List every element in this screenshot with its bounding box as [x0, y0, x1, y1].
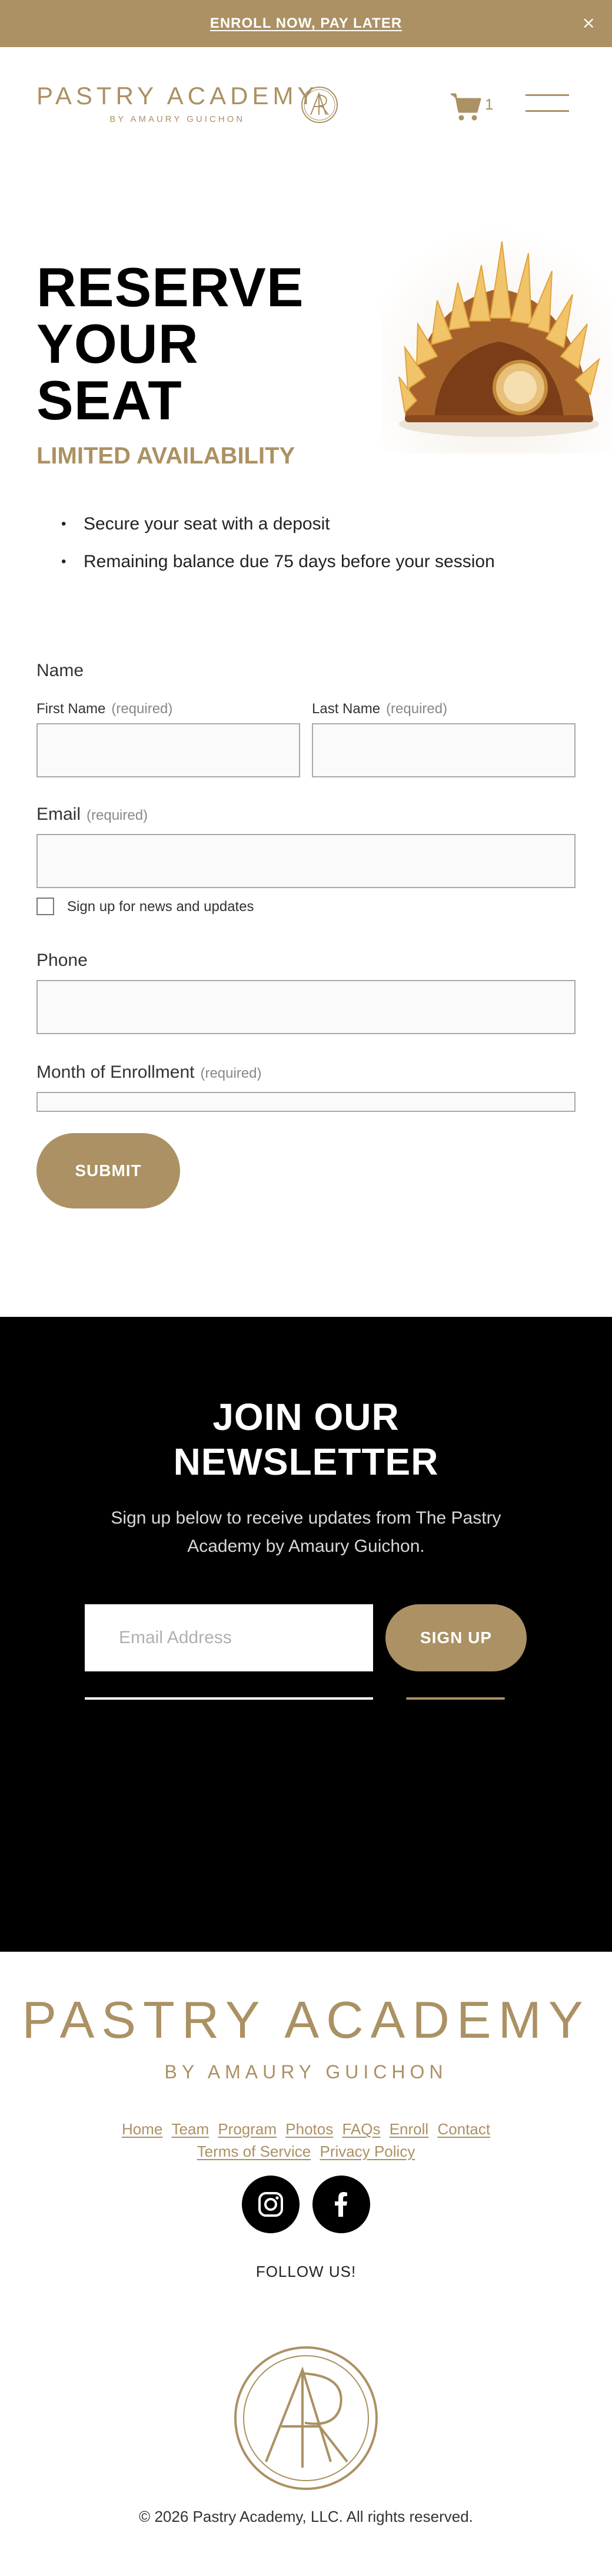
- phone-field[interactable]: [36, 980, 576, 1034]
- logo-subtitle: BY AMAURY GUICHON: [109, 114, 245, 124]
- required-note: (required): [386, 701, 448, 717]
- menu-icon[interactable]: [525, 94, 569, 118]
- instagram-icon: [258, 2192, 283, 2217]
- last-name-field[interactable]: [312, 723, 576, 777]
- footer-link-faqs[interactable]: FAQs: [342, 2120, 380, 2138]
- page-title: RESERVE YOUR SEAT: [36, 259, 304, 429]
- email-text: Email: [36, 804, 81, 824]
- footer-link-privacy[interactable]: Privacy Policy: [320, 2143, 415, 2160]
- footer-link-enroll[interactable]: Enroll: [390, 2120, 428, 2138]
- menu-line: [525, 94, 569, 96]
- announcement-bar: ENROLL NOW, PAY LATER ×: [0, 0, 612, 47]
- newsletter-title: JOIN OUR NEWSLETTER: [0, 1395, 612, 1484]
- menu-line: [525, 110, 569, 112]
- title-line: SEAT: [36, 369, 182, 431]
- button-underline: [406, 1697, 505, 1700]
- list-item: Remaining balance due 75 days before you…: [61, 543, 495, 581]
- required-note: (required): [111, 701, 173, 717]
- month-label: Month of Enrollment (required): [36, 1062, 262, 1082]
- footer-logo-subtitle: BY AMAURY GUICHON: [164, 2061, 448, 2082]
- newsletter-title-line: NEWSLETTER: [173, 1441, 439, 1483]
- email-label: Email (required): [36, 804, 148, 825]
- facebook-button[interactable]: [312, 2176, 370, 2233]
- first-name-label: First Name (required): [36, 701, 172, 717]
- input-underline: [85, 1697, 373, 1700]
- first-name-text: First Name: [36, 701, 106, 717]
- close-icon[interactable]: ×: [582, 13, 596, 32]
- pastry-image: [381, 200, 612, 453]
- copyright-text: © 2026 Pastry Academy, LLC. All rights r…: [139, 2508, 473, 2525]
- cart-icon[interactable]: [448, 88, 484, 124]
- footer-nav: Home Team Program Photos FAQs Enroll Con…: [0, 2118, 612, 2163]
- follow-us-text: FOLLOW US!: [255, 2263, 357, 2280]
- footer-link-terms[interactable]: Terms of Service: [197, 2143, 311, 2160]
- newsletter-title-line: JOIN OUR: [212, 1396, 400, 1438]
- newsletter-section: JOIN OUR NEWSLETTER Sign up below to rec…: [0, 1317, 612, 1952]
- site-header: PASTRY ACADEMY BY AMAURY GUICHON 1: [0, 47, 612, 165]
- newsletter-checkbox-label: Sign up for news and updates: [67, 899, 254, 915]
- facebook-icon: [335, 2192, 347, 2217]
- footer-monogram-icon: [234, 2346, 378, 2490]
- enroll-now-link[interactable]: ENROLL NOW, PAY LATER: [210, 15, 402, 32]
- newsletter-checkbox[interactable]: [36, 898, 54, 915]
- month-select[interactable]: [36, 1092, 576, 1112]
- required-note: (required): [87, 807, 148, 823]
- submit-button[interactable]: SUBMIT: [36, 1133, 180, 1208]
- footer-link-contact[interactable]: Contact: [437, 2120, 490, 2138]
- bullet-list: Secure your seat with a deposit Remainin…: [61, 505, 495, 581]
- email-field[interactable]: [36, 834, 576, 888]
- list-item: Secure your seat with a deposit: [61, 505, 495, 543]
- footer-logo-title: PASTRY ACADEMY: [22, 1991, 590, 2049]
- cart-count[interactable]: 1: [485, 95, 493, 114]
- instagram-button[interactable]: [242, 2176, 300, 2233]
- phone-label: Phone: [36, 951, 88, 970]
- footer-logo[interactable]: PASTRY ACADEMY BY AMAURY GUICHON: [0, 1994, 612, 2083]
- first-name-field[interactable]: [36, 723, 300, 777]
- month-text: Month of Enrollment: [36, 1062, 195, 1082]
- newsletter-description: Sign up below to receive updates from Th…: [111, 1508, 501, 1556]
- footer-link-team[interactable]: Team: [172, 2120, 209, 2138]
- last-name-label: Last Name (required): [312, 701, 447, 717]
- sign-up-button[interactable]: SIGN UP: [385, 1604, 527, 1671]
- required-note: (required): [200, 1065, 262, 1081]
- footer-link-program[interactable]: Program: [218, 2120, 277, 2138]
- title-line: YOUR: [36, 313, 199, 375]
- page-subtitle: LIMITED AVAILABILITY: [36, 443, 295, 469]
- logo-monogram-icon: [301, 87, 338, 123]
- newsletter-email-input[interactable]: Email Address: [85, 1604, 373, 1671]
- site-logo[interactable]: PASTRY ACADEMY BY AMAURY GUICHON: [36, 82, 318, 125]
- footer-link-home[interactable]: Home: [122, 2120, 162, 2138]
- logo-title: PASTRY ACADEMY: [36, 82, 318, 110]
- title-line: RESERVE: [36, 256, 304, 318]
- last-name-text: Last Name: [312, 701, 381, 717]
- footer-link-photos[interactable]: Photos: [285, 2120, 333, 2138]
- name-label: Name: [36, 661, 84, 680]
